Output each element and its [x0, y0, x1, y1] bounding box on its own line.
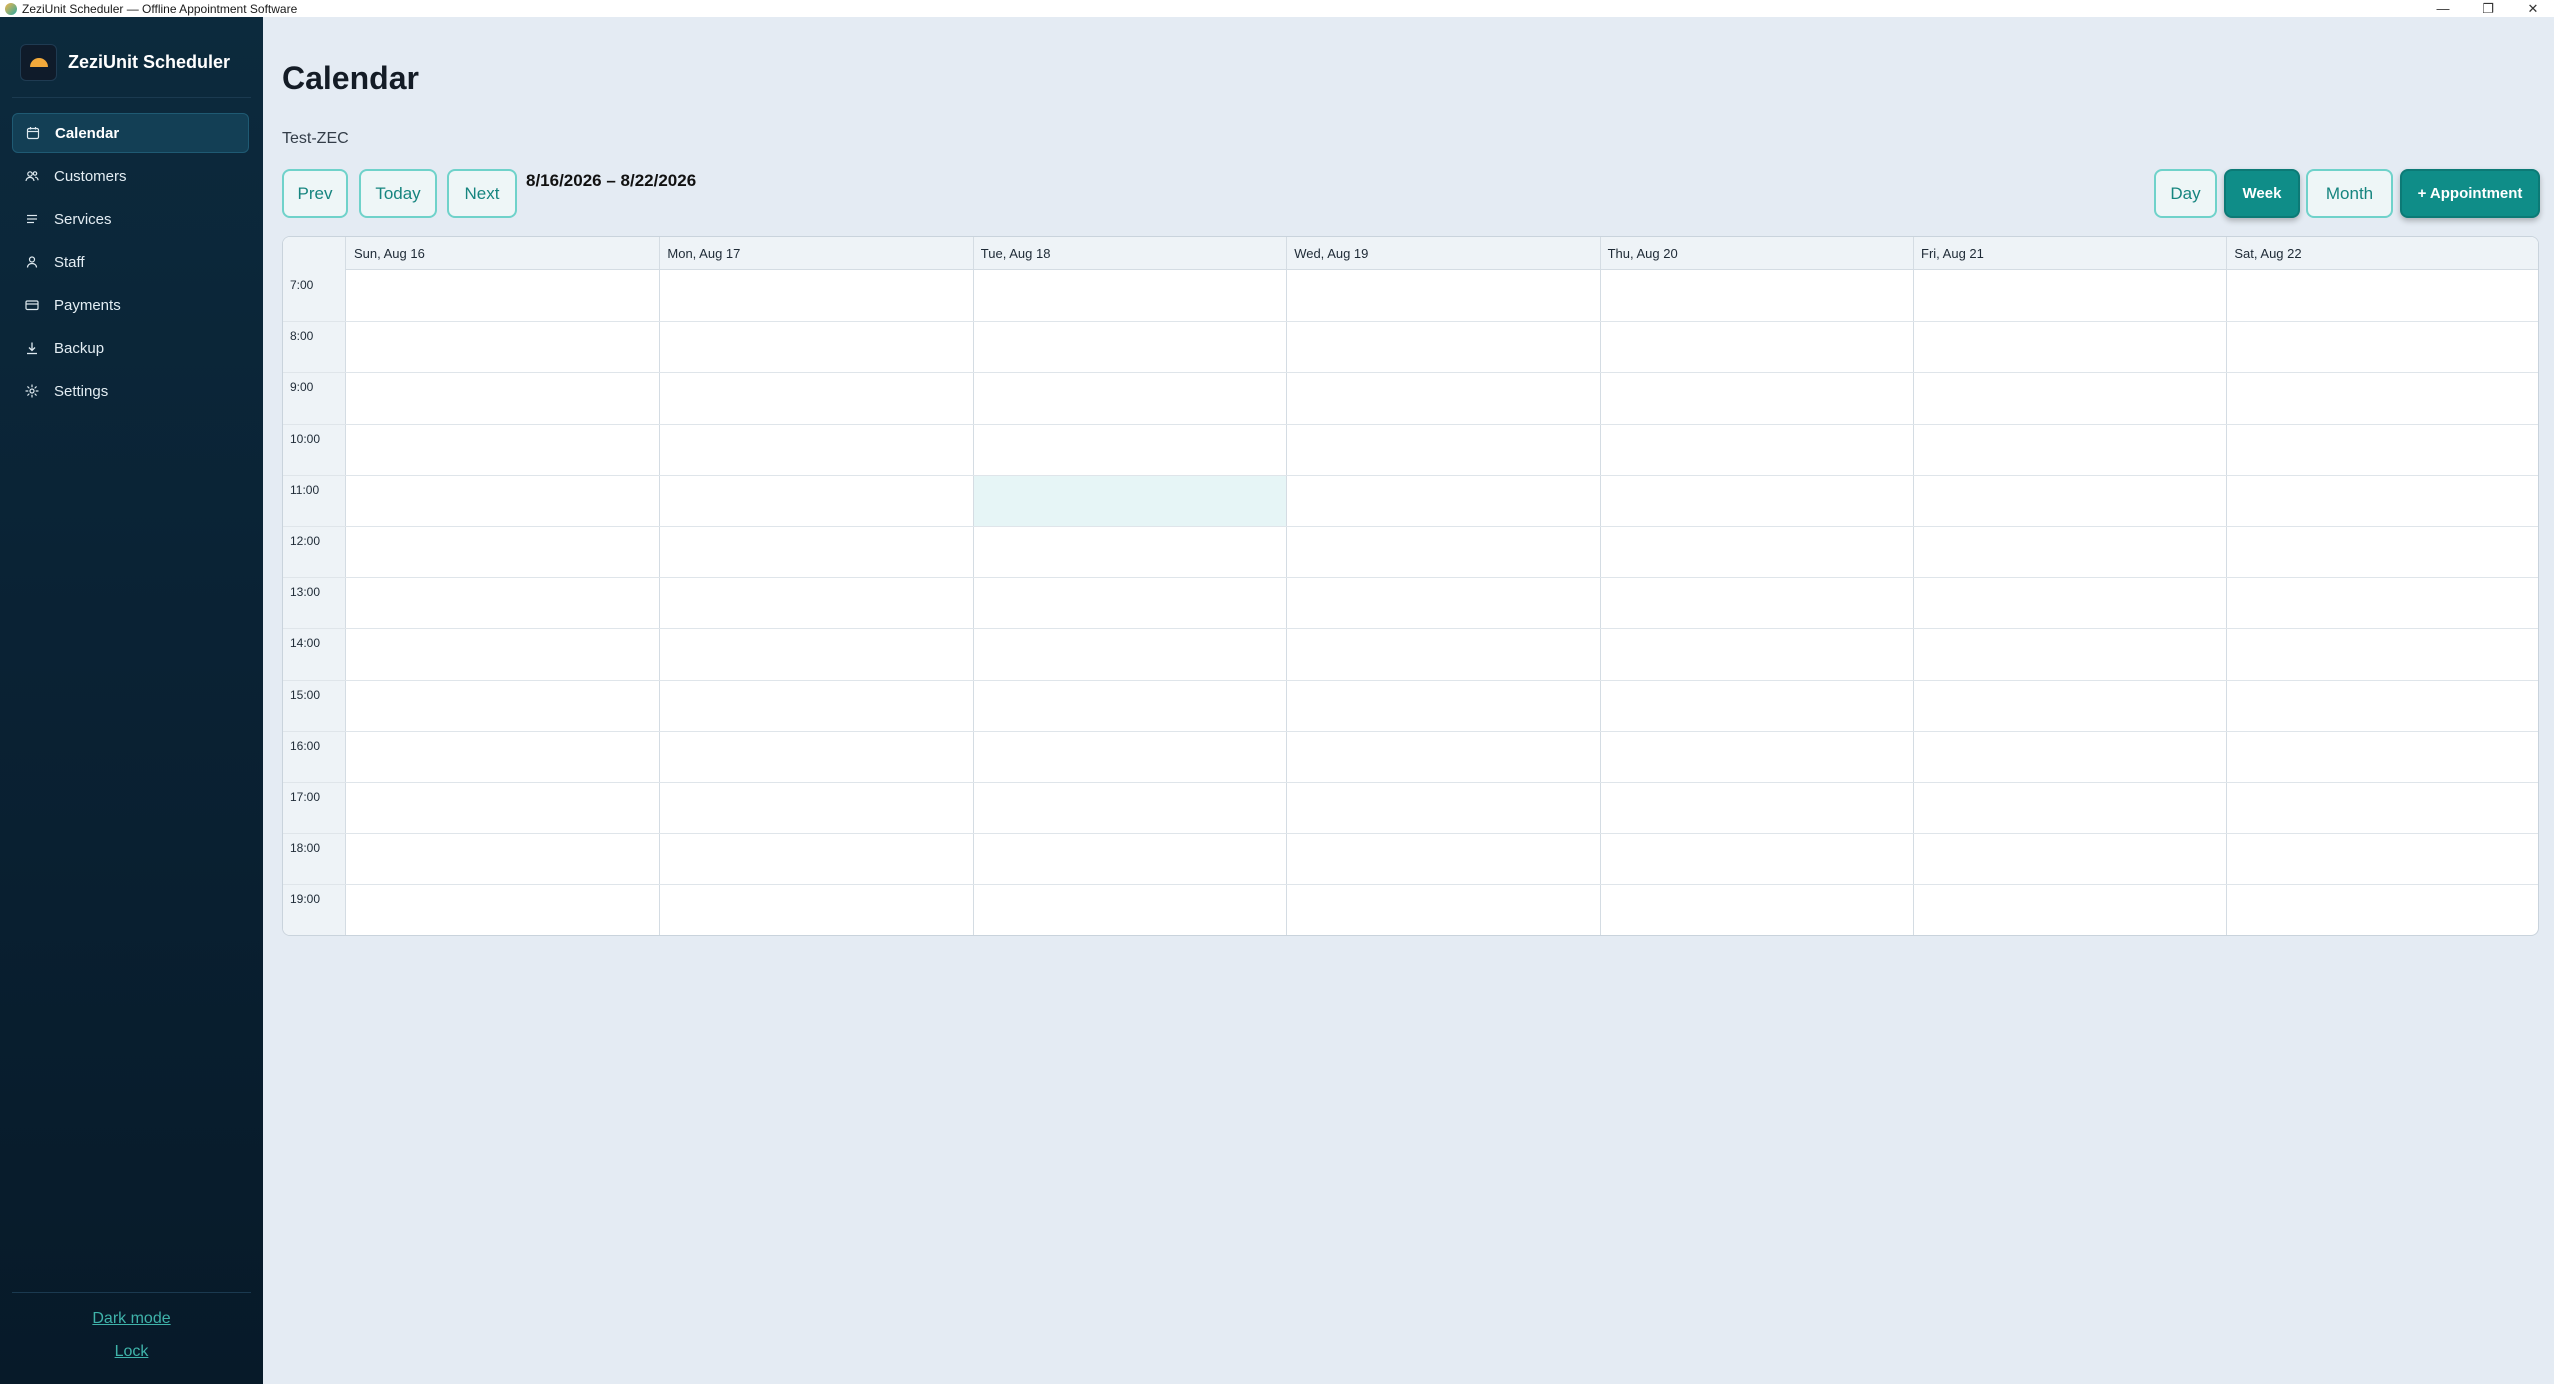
day-header: Tue, Aug 18	[980, 246, 1051, 261]
day-column-divider	[1600, 237, 1601, 935]
hour-row-divider	[283, 833, 2538, 834]
day-header: Sun, Aug 16	[354, 246, 425, 261]
sidebar-bottom-divider	[12, 1292, 251, 1293]
week-calendar-grid: Sun, Aug 16 Mon, Aug 17 Tue, Aug 18 Wed,…	[282, 236, 2539, 936]
person-icon	[24, 254, 40, 270]
day-column-divider	[1913, 237, 1914, 935]
calendar-icon	[25, 125, 41, 141]
brand-logo	[20, 44, 57, 81]
hour-row-divider	[283, 782, 2538, 783]
sidebar-item-customers[interactable]: Customers	[12, 156, 249, 196]
close-icon[interactable]: ✕	[2510, 0, 2554, 17]
brand: ZeziUnit Scheduler	[20, 44, 230, 81]
sidebar-item-label: Settings	[54, 382, 109, 400]
prev-button[interactable]: Prev	[282, 169, 348, 218]
day-column-divider	[973, 237, 974, 935]
day-header: Wed, Aug 19	[1294, 246, 1369, 261]
time-label: 16:00	[290, 738, 321, 753]
sidebar-item-label: Services	[54, 210, 112, 228]
time-label: 7:00	[290, 278, 314, 292]
minimize-icon[interactable]: —	[2420, 0, 2466, 17]
sidebar-nav: Calendar Customers Services Staff Paymen…	[12, 113, 249, 414]
hour-row-divider	[283, 321, 2538, 322]
sidebar-item-calendar[interactable]: Calendar	[12, 113, 249, 153]
date-range: 8/16/2026 – 8/22/2026	[526, 171, 697, 190]
window-titlebar: ZeziUnit Scheduler — Offline Appointment…	[0, 0, 2554, 17]
sidebar-item-label: Staff	[54, 253, 85, 271]
today-button[interactable]: Today	[359, 169, 437, 218]
sidebar-item-label: Calendar	[55, 124, 120, 142]
week-view-button[interactable]: Week	[2224, 169, 2300, 218]
gear-icon	[24, 383, 40, 399]
time-label: 18:00	[290, 841, 321, 856]
sidebar-item-payments[interactable]: Payments	[12, 285, 249, 325]
list-icon	[24, 211, 40, 227]
hour-row-divider	[283, 577, 2538, 578]
hour-row-divider	[283, 424, 2538, 425]
window-title: ZeziUnit Scheduler — Offline Appointment…	[22, 1, 298, 16]
month-view-button[interactable]: Month	[2306, 169, 2393, 218]
sidebar-item-label: Customers	[54, 167, 127, 185]
day-column-divider	[659, 237, 660, 935]
time-label: 11:00	[290, 482, 320, 497]
hour-row-divider	[283, 628, 2538, 629]
sidebar-item-services[interactable]: Services	[12, 199, 249, 239]
add-appointment-button[interactable]: + Appointment	[2400, 169, 2540, 218]
day-column-divider	[1286, 237, 1287, 935]
day-header: Sat, Aug 22	[2234, 246, 2302, 261]
download-icon	[24, 340, 40, 356]
calendar-subtitle: Test-ZEC	[282, 130, 349, 147]
time-label: 14:00	[290, 636, 321, 651]
lock-link[interactable]: Lock	[0, 1343, 263, 1361]
sidebar-divider	[12, 97, 251, 98]
next-button[interactable]: Next	[447, 169, 517, 218]
time-label: 12:00	[290, 534, 321, 548]
sidebar-item-label: Backup	[54, 339, 105, 357]
time-label: 19:00	[290, 892, 321, 907]
hour-row-divider	[283, 731, 2538, 732]
sidebar-item-backup[interactable]: Backup	[12, 328, 249, 368]
time-label: 13:00	[290, 585, 321, 600]
restore-icon[interactable]: ❐	[2465, 0, 2511, 17]
day-header: Fri, Aug 21	[1921, 246, 1984, 261]
hour-row-divider	[283, 680, 2538, 681]
dark-mode-link[interactable]: Dark mode	[0, 1310, 263, 1328]
time-label: 10:00	[290, 431, 321, 446]
card-icon	[24, 297, 40, 313]
highlighted-slot[interactable]	[973, 475, 1287, 526]
time-label: 15:00	[290, 687, 321, 702]
day-header: Thu, Aug 20	[1607, 246, 1678, 261]
page-title: Calendar	[282, 60, 419, 96]
sidebar-item-settings[interactable]: Settings	[12, 371, 249, 411]
time-label: 17:00	[290, 790, 321, 804]
brand-name: ZeziUnit Scheduler	[68, 52, 231, 72]
day-header: Mon, Aug 17	[667, 246, 741, 261]
day-view-button[interactable]: Day	[2154, 169, 2217, 218]
users-icon	[24, 168, 40, 184]
sidebar-item-staff[interactable]: Staff	[12, 242, 249, 282]
app-icon	[5, 2, 17, 15]
day-column-divider	[2226, 237, 2227, 935]
hour-row-divider	[283, 526, 2538, 527]
time-label: 8:00	[290, 329, 314, 344]
sidebar: ZeziUnit Scheduler Calendar Customers Se…	[0, 17, 263, 1384]
sidebar-item-label: Payments	[54, 296, 121, 314]
hour-row-divider	[283, 475, 2538, 476]
hour-row-divider	[283, 372, 2538, 373]
hour-row-divider	[283, 884, 2538, 885]
time-label: 9:00	[290, 380, 314, 395]
